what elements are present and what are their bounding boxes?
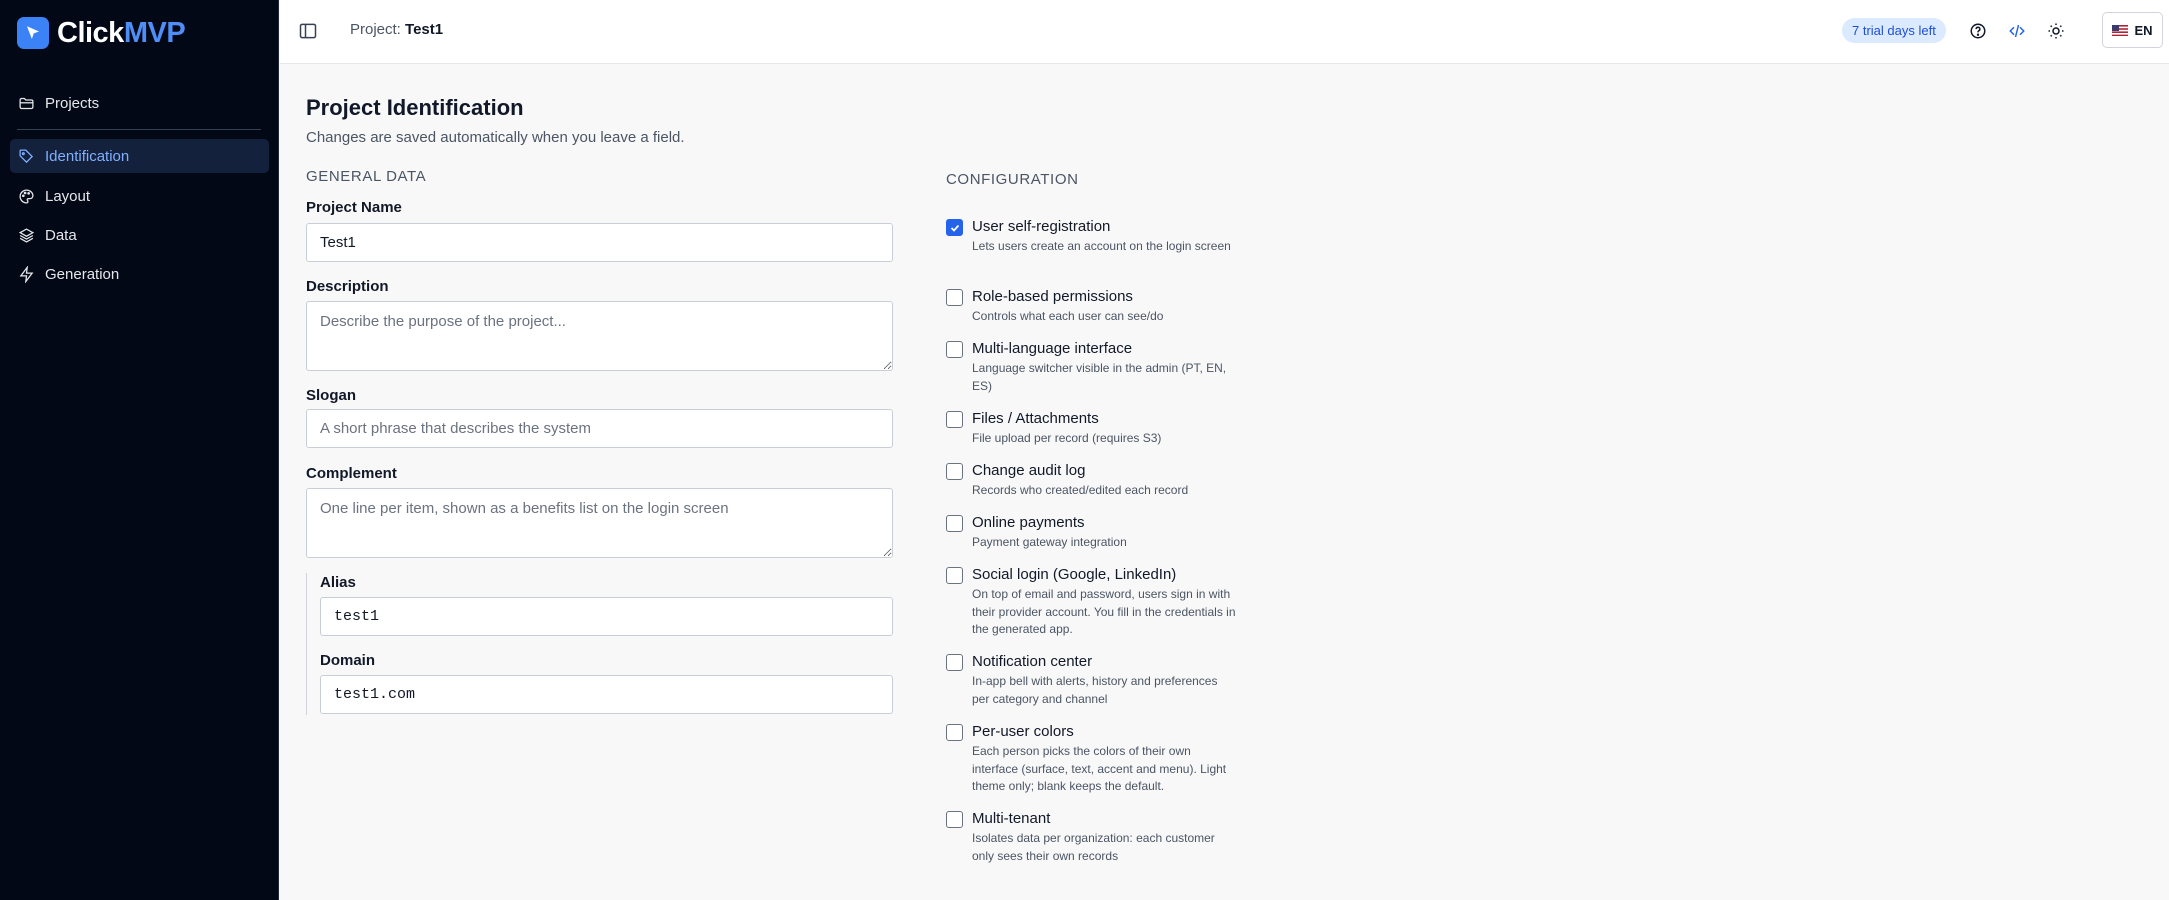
domain-input[interactable] — [320, 675, 893, 714]
project-name: Test1 — [405, 21, 444, 38]
option-title: Notification center — [972, 653, 1093, 670]
option-title: Role-based permissions — [972, 288, 1133, 305]
option-title: Per-user colors — [972, 723, 1074, 740]
checkbox-checked[interactable] — [946, 219, 963, 236]
checkbox[interactable] — [946, 724, 963, 741]
option-description: Lets users create an account on the logi… — [972, 239, 1231, 253]
code-icon[interactable] — [2007, 21, 2027, 41]
description-label: Description — [306, 278, 389, 295]
cursor-logo-icon — [17, 17, 49, 49]
checkbox[interactable] — [946, 654, 963, 671]
project-name-input[interactable] — [306, 223, 893, 262]
zap-icon — [19, 265, 34, 283]
configuration-heading: CONFIGURATION — [946, 171, 1079, 188]
option-description: On top of email and password, users sign… — [972, 587, 1236, 636]
checkbox[interactable] — [946, 341, 963, 358]
sidebar-item-identification[interactable]: Identification — [10, 139, 269, 173]
language-label: EN — [2134, 22, 2153, 38]
option-description: Language switcher visible in the admin (… — [972, 361, 1227, 393]
alias-label: Alias — [320, 574, 356, 591]
project-name-label: Project Name — [306, 199, 402, 216]
tag-icon — [19, 148, 34, 163]
option-title: Online payments — [972, 514, 1085, 531]
option-description: In-app bell with alerts, history and pre… — [972, 674, 1218, 706]
sidebar-divider — [17, 129, 261, 130]
option-description: Payment gateway integration — [972, 535, 1127, 549]
folder-icon — [19, 97, 34, 109]
option-description: Records who created/edited each record — [972, 483, 1189, 497]
language-selector[interactable]: EN — [2102, 12, 2163, 48]
checkbox[interactable] — [946, 515, 963, 532]
option-description: Controls what each user can see/do — [972, 309, 1164, 323]
option-title: Multi-tenant — [972, 810, 1051, 827]
sidebar-item-label: Data — [45, 226, 77, 244]
project-prefix: Project: — [350, 21, 401, 38]
us-flag-icon — [2112, 24, 2129, 36]
sidebar-item-label: Generation — [45, 265, 120, 283]
app-logo[interactable]: ClickMVP — [17, 16, 186, 50]
help-icon[interactable] — [1968, 21, 1988, 41]
checkbox[interactable] — [946, 567, 963, 584]
slogan-input[interactable] — [306, 409, 893, 448]
page-subtitle: Changes are saved automatically when you… — [306, 129, 685, 146]
description-textarea[interactable] — [306, 301, 893, 371]
trial-badge[interactable]: 7 trial days left — [1842, 18, 1946, 43]
sidebar: ClickMVP Projects Identification Layout … — [0, 0, 279, 900]
option-title: Files / Attachments — [972, 410, 1099, 427]
alias-domain-group-border — [306, 573, 307, 715]
sidebar-item-label: Layout — [45, 187, 91, 205]
logo-text-click: Click — [57, 16, 124, 49]
sidebar-item-label: Identification — [45, 147, 130, 165]
option-description: Isolates data per organization: each cus… — [972, 831, 1215, 863]
theme-toggle-icon[interactable] — [2046, 21, 2066, 41]
checkbox[interactable] — [946, 811, 963, 828]
logo-text-mvp: MVP — [123, 16, 186, 49]
layers-icon — [18, 227, 35, 243]
complement-textarea[interactable] — [306, 488, 893, 558]
page-title: Project Identification — [306, 95, 524, 120]
option-title: Change audit log — [972, 462, 1086, 479]
sidebar-item-generation[interactable]: Generation — [10, 257, 269, 291]
general-data-heading: GENERAL DATA — [306, 168, 427, 185]
sidebar-item-projects[interactable]: Projects — [10, 86, 269, 120]
option-title: User self-registration — [972, 218, 1111, 235]
checkbox[interactable] — [946, 289, 963, 306]
option-title: Social login (Google, LinkedIn) — [972, 566, 1177, 583]
sidebar-item-data[interactable]: Data — [10, 218, 269, 252]
complement-label: Complement — [306, 465, 397, 482]
option-description: File upload per record (requires S3) — [972, 431, 1162, 445]
slogan-label: Slogan — [306, 387, 357, 404]
checkbox[interactable] — [946, 463, 963, 480]
alias-input[interactable] — [320, 597, 893, 636]
sidebar-item-label: Projects — [45, 94, 100, 112]
sidebar-toggle-icon[interactable] — [298, 21, 318, 41]
current-project: Project: Test1 — [350, 21, 443, 38]
option-description: Each person picks the colors of their ow… — [972, 744, 1227, 793]
topbar: Project: Test1 7 trial days left EN — [280, 0, 2169, 64]
logo-text: ClickMVP — [57, 16, 186, 50]
checkbox[interactable] — [946, 411, 963, 428]
option-title: Multi-language interface — [972, 340, 1133, 357]
palette-icon — [19, 188, 34, 204]
domain-label: Domain — [320, 652, 376, 669]
sidebar-item-layout[interactable]: Layout — [10, 179, 269, 213]
